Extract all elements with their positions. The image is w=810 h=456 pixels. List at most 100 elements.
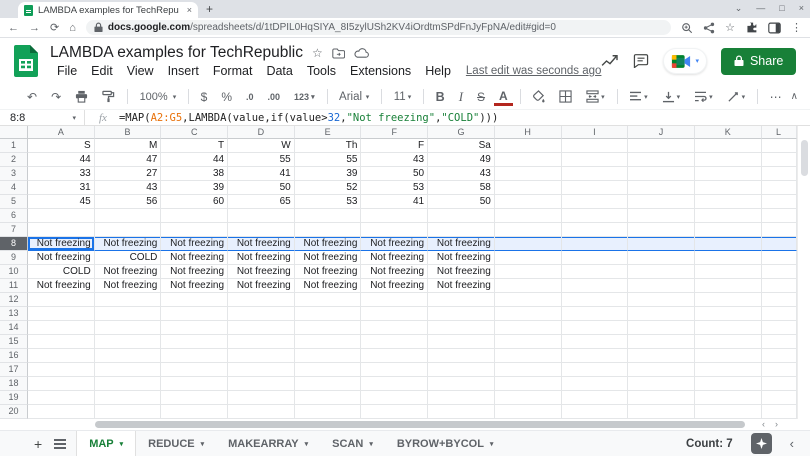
horizontal-align-icon[interactable]: ▾ bbox=[624, 91, 653, 102]
cell-F5[interactable]: 41 bbox=[361, 195, 428, 209]
side-panel-icon[interactable] bbox=[768, 22, 781, 34]
browser-menu-kebab-icon[interactable]: ⋮ bbox=[791, 21, 802, 34]
cell-J5[interactable] bbox=[628, 195, 695, 209]
text-wrap-icon[interactable]: ▾ bbox=[689, 91, 718, 102]
cell-A17[interactable] bbox=[28, 363, 95, 377]
column-header-A[interactable]: A bbox=[28, 126, 95, 139]
cell-E2[interactable]: 55 bbox=[295, 153, 362, 167]
row-header-19[interactable]: 19 bbox=[0, 391, 28, 405]
cell-A18[interactable] bbox=[28, 377, 95, 391]
collapse-toolbar-icon[interactable]: ∧ bbox=[791, 91, 798, 102]
cell-E19[interactable] bbox=[295, 391, 362, 405]
cell-H12[interactable] bbox=[495, 293, 562, 307]
cell-J2[interactable] bbox=[628, 153, 695, 167]
cell-E16[interactable] bbox=[295, 349, 362, 363]
document-title[interactable]: LAMBDA examples for TechRepublic bbox=[50, 44, 303, 62]
sheet-tab-menu-icon[interactable]: ▾ bbox=[120, 440, 124, 448]
cell-E7[interactable] bbox=[295, 223, 362, 237]
bold-icon[interactable]: B bbox=[431, 90, 450, 104]
cell-K14[interactable] bbox=[695, 321, 762, 335]
row-header-10[interactable]: 10 bbox=[0, 265, 28, 279]
share-page-icon[interactable] bbox=[703, 22, 715, 34]
font-family-select[interactable]: Arial▾ bbox=[334, 91, 374, 103]
cell-K17[interactable] bbox=[695, 363, 762, 377]
cell-D7[interactable] bbox=[228, 223, 295, 237]
column-header-E[interactable]: E bbox=[295, 126, 362, 139]
cell-E1[interactable]: Th bbox=[295, 139, 362, 153]
cell-L8[interactable] bbox=[762, 237, 797, 251]
cell-H14[interactable] bbox=[495, 321, 562, 335]
extensions-puzzle-icon[interactable] bbox=[745, 21, 758, 34]
cell-I10[interactable] bbox=[562, 265, 629, 279]
cell-B2[interactable]: 47 bbox=[95, 153, 162, 167]
fill-color-icon[interactable] bbox=[527, 90, 550, 103]
cell-J15[interactable] bbox=[628, 335, 695, 349]
cell-J13[interactable] bbox=[628, 307, 695, 321]
cell-A5[interactable]: 45 bbox=[28, 195, 95, 209]
cell-E18[interactable] bbox=[295, 377, 362, 391]
cell-J9[interactable] bbox=[628, 251, 695, 265]
horizontal-scrollbar[interactable]: ‹› bbox=[0, 419, 810, 430]
cell-H1[interactable] bbox=[495, 139, 562, 153]
select-all-corner[interactable] bbox=[0, 126, 28, 139]
cell-I6[interactable] bbox=[562, 209, 629, 223]
row-header-3[interactable]: 3 bbox=[0, 167, 28, 181]
print-icon[interactable] bbox=[70, 90, 93, 103]
cell-K18[interactable] bbox=[695, 377, 762, 391]
row-header-11[interactable]: 11 bbox=[0, 279, 28, 293]
cell-A12[interactable] bbox=[28, 293, 95, 307]
cell-F16[interactable] bbox=[361, 349, 428, 363]
cell-F17[interactable] bbox=[361, 363, 428, 377]
cell-B15[interactable] bbox=[95, 335, 162, 349]
cell-B17[interactable] bbox=[95, 363, 162, 377]
cell-J8[interactable] bbox=[628, 237, 695, 251]
row-header-2[interactable]: 2 bbox=[0, 153, 28, 167]
cell-F20[interactable] bbox=[361, 405, 428, 419]
row-header-16[interactable]: 16 bbox=[0, 349, 28, 363]
increase-decimals-icon[interactable]: .00 bbox=[263, 92, 286, 102]
meet-dropdown-icon[interactable]: ▾ bbox=[695, 57, 699, 65]
cell-G13[interactable] bbox=[428, 307, 495, 321]
cell-A8[interactable]: Not freezing bbox=[28, 237, 95, 251]
cell-H20[interactable] bbox=[495, 405, 562, 419]
cell-K10[interactable] bbox=[695, 265, 762, 279]
window-restore-icon[interactable]: □ bbox=[779, 1, 784, 15]
cell-L17[interactable] bbox=[762, 363, 797, 377]
cell-G14[interactable] bbox=[428, 321, 495, 335]
cell-K12[interactable] bbox=[695, 293, 762, 307]
cell-D12[interactable] bbox=[228, 293, 295, 307]
row-header-17[interactable]: 17 bbox=[0, 363, 28, 377]
tab-close-icon[interactable]: × bbox=[187, 5, 192, 15]
new-tab-button[interactable]: + bbox=[206, 2, 213, 16]
cell-F13[interactable] bbox=[361, 307, 428, 321]
sheet-tab-scan[interactable]: SCAN▾ bbox=[320, 431, 385, 456]
menu-file[interactable]: File bbox=[50, 64, 84, 78]
cell-D14[interactable] bbox=[228, 321, 295, 335]
cell-B12[interactable] bbox=[95, 293, 162, 307]
cell-K1[interactable] bbox=[695, 139, 762, 153]
cell-L20[interactable] bbox=[762, 405, 797, 419]
cell-J10[interactable] bbox=[628, 265, 695, 279]
cell-D15[interactable] bbox=[228, 335, 295, 349]
cell-I18[interactable] bbox=[562, 377, 629, 391]
menu-view[interactable]: View bbox=[120, 64, 161, 78]
all-sheets-menu-icon[interactable] bbox=[54, 439, 66, 449]
cell-E10[interactable]: Not freezing bbox=[295, 265, 362, 279]
cell-I14[interactable] bbox=[562, 321, 629, 335]
cell-C12[interactable] bbox=[161, 293, 228, 307]
cell-L3[interactable] bbox=[762, 167, 797, 181]
cell-G10[interactable]: Not freezing bbox=[428, 265, 495, 279]
cell-F7[interactable] bbox=[361, 223, 428, 237]
cell-D1[interactable]: W bbox=[228, 139, 295, 153]
cell-G9[interactable]: Not freezing bbox=[428, 251, 495, 265]
undo-icon[interactable]: ↶ bbox=[22, 90, 42, 104]
cell-I13[interactable] bbox=[562, 307, 629, 321]
cell-K19[interactable] bbox=[695, 391, 762, 405]
forward-icon[interactable]: → bbox=[29, 22, 40, 34]
column-header-J[interactable]: J bbox=[628, 126, 695, 139]
comments-icon[interactable] bbox=[633, 54, 649, 68]
cell-K13[interactable] bbox=[695, 307, 762, 321]
sheet-tab-menu-icon[interactable]: ▾ bbox=[201, 440, 205, 448]
cell-H18[interactable] bbox=[495, 377, 562, 391]
cell-I12[interactable] bbox=[562, 293, 629, 307]
